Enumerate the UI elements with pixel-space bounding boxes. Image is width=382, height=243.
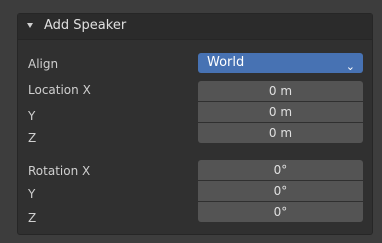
align-value: World (207, 55, 245, 70)
panel-header[interactable]: Add Speaker (18, 14, 372, 40)
rotation-z-label: Z (28, 211, 37, 225)
rotation-x-field[interactable]: 0° (198, 160, 363, 180)
location-x-label: Location X (28, 83, 91, 97)
add-speaker-panel: Add Speaker Align World ⌄ Location X 0 m… (17, 13, 373, 235)
location-y-field[interactable]: 0 m (198, 102, 363, 122)
rotation-y-label: Y (28, 187, 36, 201)
location-x-field[interactable]: 0 m (198, 81, 363, 101)
chevron-down-icon: ⌄ (345, 60, 355, 73)
align-label: Align (28, 57, 59, 71)
rotation-y-field[interactable]: 0° (198, 181, 363, 201)
rotation-z-field[interactable]: 0° (198, 202, 363, 222)
panel-title: Add Speaker (44, 18, 127, 33)
align-dropdown[interactable]: World ⌄ (198, 53, 363, 73)
rotation-x-label: Rotation X (28, 164, 91, 178)
collapse-triangle-icon[interactable] (27, 23, 33, 28)
location-y-label: Y (28, 109, 36, 123)
location-z-label: Z (28, 131, 37, 145)
location-z-field[interactable]: 0 m (198, 123, 363, 143)
